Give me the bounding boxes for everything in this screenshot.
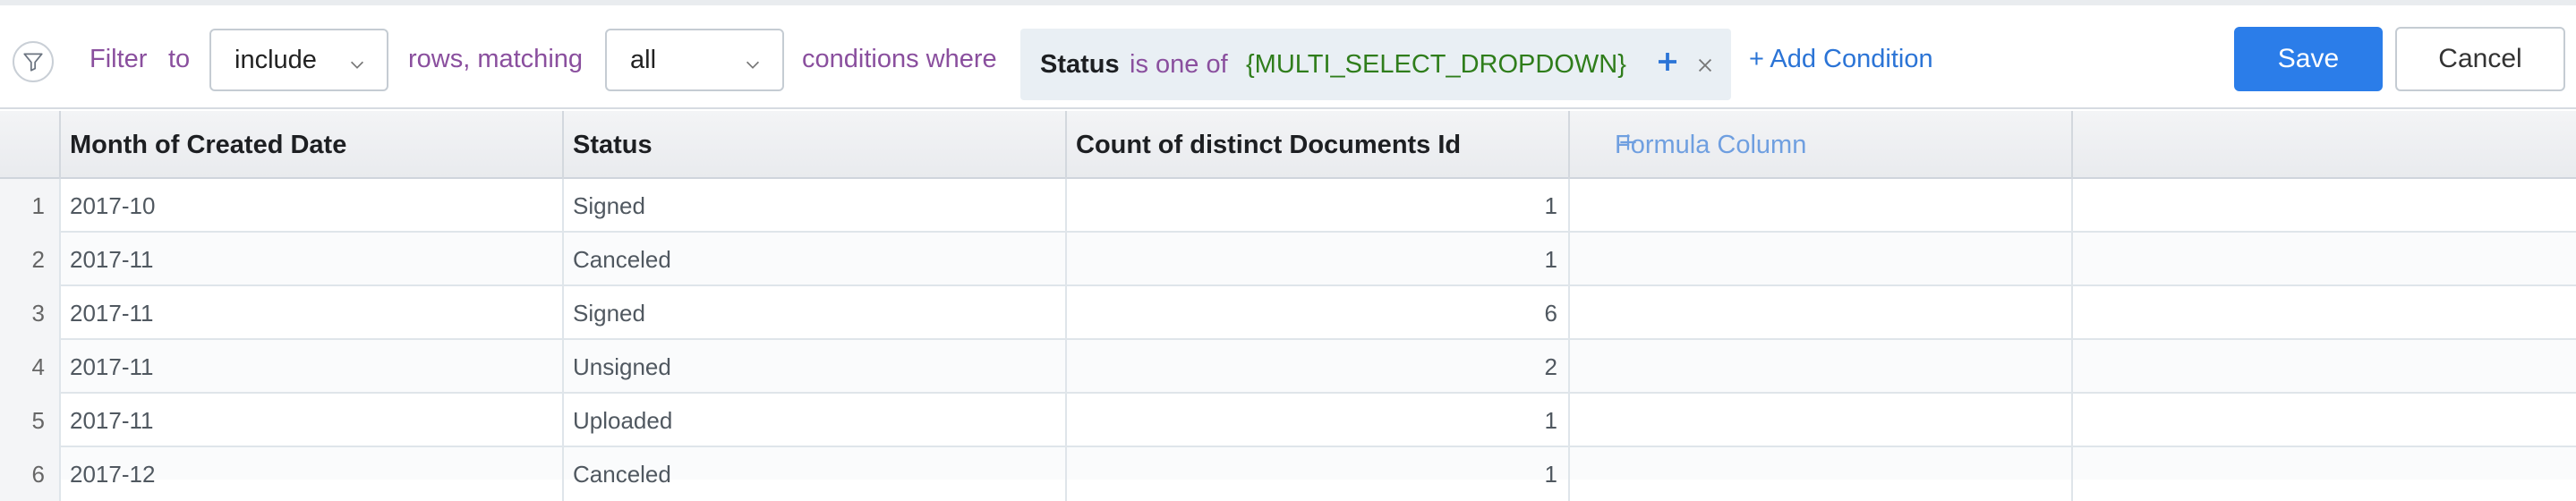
table-row[interactable]: 6 2017-12 Canceled 1: [0, 447, 2576, 501]
cell-empty: [2071, 340, 2576, 394]
index-header: [0, 111, 61, 179]
cell-formula[interactable]: [1568, 233, 2073, 286]
condition-chip[interactable]: Status is one of {MULTI_SELECT_DROPDOWN}: [1020, 29, 1731, 100]
cell-month[interactable]: 2017-10: [59, 179, 564, 233]
cell-count[interactable]: 1: [1065, 233, 1570, 286]
cell-status[interactable]: Unsigned: [562, 340, 1067, 394]
row-index: 3: [0, 286, 61, 340]
filter-icon[interactable]: [13, 41, 54, 82]
rows-matching-label: rows, matching: [408, 45, 584, 73]
filter-label: Filter: [90, 45, 148, 73]
column-header-status[interactable]: Status: [562, 111, 1067, 179]
cell-empty: [2071, 179, 2576, 233]
table-row[interactable]: 2 2017-11 Canceled 1: [0, 233, 2576, 286]
row-index: 4: [0, 340, 61, 394]
save-button[interactable]: Save: [2234, 27, 2383, 91]
table-row[interactable]: 1 2017-10 Signed 1: [0, 179, 2576, 233]
condition-value[interactable]: {MULTI_SELECT_DROPDOWN}: [1246, 50, 1626, 80]
column-header-month[interactable]: Month of Created Date: [59, 111, 564, 179]
table-row[interactable]: 3 2017-11 Signed 6: [0, 286, 2576, 340]
cell-month[interactable]: 2017-12: [59, 447, 564, 501]
column-header-count[interactable]: Count of distinct Documents Id: [1065, 111, 1570, 179]
include-select[interactable]: include: [209, 29, 388, 91]
cell-formula[interactable]: [1568, 340, 2073, 394]
row-index: 5: [0, 394, 61, 447]
to-label: to: [168, 45, 191, 73]
plus-icon: [1616, 131, 1640, 161]
cell-empty: [2071, 447, 2576, 501]
cell-status[interactable]: Signed: [562, 286, 1067, 340]
row-index: 6: [0, 447, 61, 501]
cell-month[interactable]: 2017-11: [59, 394, 564, 447]
cell-count[interactable]: 6: [1065, 286, 1570, 340]
filter-bar: Filter to include rows, matching all con…: [0, 5, 2576, 109]
cell-count[interactable]: 1: [1065, 394, 1570, 447]
cell-status[interactable]: Canceled: [562, 447, 1067, 501]
table-row[interactable]: 4 2017-11 Unsigned 2: [0, 340, 2576, 394]
plus-icon[interactable]: [1654, 48, 1681, 80]
cell-status[interactable]: Uploaded: [562, 394, 1067, 447]
cell-empty: [2071, 286, 2576, 340]
conditions-where-label: conditions where: [802, 45, 997, 73]
table-row[interactable]: 5 2017-11 Uploaded 1: [0, 394, 2576, 447]
chevron-down-icon: [347, 52, 367, 81]
cell-month[interactable]: 2017-11: [59, 340, 564, 394]
chevron-down-icon: [743, 52, 763, 81]
formula-column-button[interactable]: Formula Column: [1568, 111, 2073, 179]
cell-empty: [2071, 394, 2576, 447]
cell-status[interactable]: Signed: [562, 179, 1067, 233]
cell-count[interactable]: 1: [1065, 179, 1570, 233]
cell-status[interactable]: Canceled: [562, 233, 1067, 286]
cancel-button[interactable]: Cancel: [2395, 27, 2565, 91]
cell-empty: [2071, 233, 2576, 286]
condition-field[interactable]: Status: [1040, 50, 1120, 80]
match-select-value: all: [630, 45, 657, 74]
condition-operator[interactable]: is one of: [1130, 50, 1228, 80]
row-index: 1: [0, 179, 61, 233]
include-select-value: include: [235, 45, 317, 74]
cell-formula[interactable]: [1568, 286, 2073, 340]
table-header: Month of Created Date Status Count of di…: [0, 111, 2576, 179]
formula-column-label: Formula Column: [1615, 131, 1807, 159]
cell-count[interactable]: 1: [1065, 447, 1570, 501]
table-body: 1 2017-10 Signed 1 2 2017-11 Canceled 1 …: [0, 179, 2576, 501]
row-index: 2: [0, 233, 61, 286]
cell-formula[interactable]: [1568, 179, 2073, 233]
cell-month[interactable]: 2017-11: [59, 233, 564, 286]
empty-header: [2071, 111, 2576, 179]
data-table: Month of Created Date Status Count of di…: [0, 111, 2576, 501]
close-icon[interactable]: [1695, 55, 1715, 80]
cell-formula[interactable]: [1568, 447, 2073, 501]
cell-formula[interactable]: [1568, 394, 2073, 447]
cell-month[interactable]: 2017-11: [59, 286, 564, 340]
add-condition-link[interactable]: + Add Condition: [1749, 45, 1933, 74]
match-select[interactable]: all: [605, 29, 784, 91]
cell-count[interactable]: 2: [1065, 340, 1570, 394]
